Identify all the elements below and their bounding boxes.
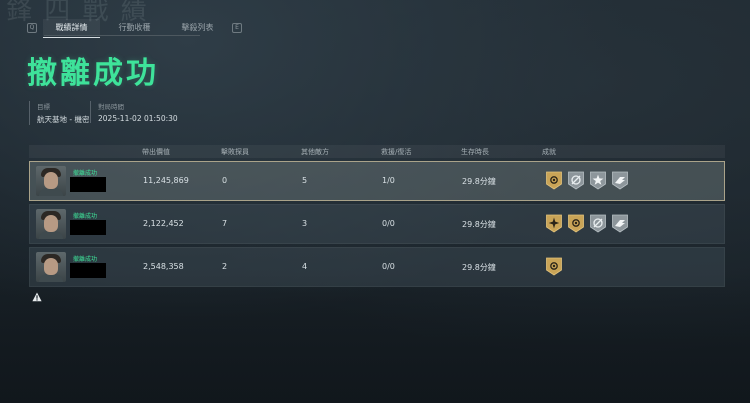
rescue-cell: 1/0 xyxy=(382,176,395,185)
redacted-name xyxy=(70,263,106,278)
col-achievements: 成就 xyxy=(542,148,556,156)
warning-icon[interactable] xyxy=(32,292,42,302)
avatar xyxy=(36,252,66,282)
silver-star-badge-icon[interactable] xyxy=(589,171,607,190)
status-label: 撤離成功 xyxy=(73,170,98,177)
kills-cell: 0 xyxy=(222,176,228,185)
meta-target-value: 航天基地 - 機密 xyxy=(37,115,90,124)
tab-kill-list[interactable]: 擊殺列表 xyxy=(169,19,226,36)
key-hint-right: E xyxy=(232,22,242,33)
key-hint-left: Q xyxy=(27,22,37,33)
meta-target-label: 目標 xyxy=(37,103,50,111)
silver-ring-badge-icon[interactable] xyxy=(589,214,607,233)
rescue-cell: 0/0 xyxy=(382,219,395,228)
meta-target: 目標 航天基地 - 機密 xyxy=(29,101,89,125)
kills-cell: 7 xyxy=(222,219,228,228)
value-cell: 11,245,869 xyxy=(143,176,189,185)
silver-wing-badge-icon[interactable] xyxy=(611,171,629,190)
survival-cell: 29.8分鐘 xyxy=(462,263,496,272)
badge-list xyxy=(545,257,563,276)
silver-wing-badge-icon[interactable] xyxy=(611,214,629,233)
badge-list xyxy=(545,171,629,190)
gold-sun-badge-icon[interactable] xyxy=(545,257,563,276)
survival-cell: 29.8分鐘 xyxy=(462,220,496,229)
value-cell: 2,122,452 xyxy=(143,219,184,228)
results-table: 帶出價值 擊敗探員 其他敵方 救援/復活 生存時長 成就 撤離成功 11,245… xyxy=(29,145,725,287)
others-cell: 3 xyxy=(302,219,308,228)
status-label: 撤離成功 xyxy=(73,213,98,220)
gold-sun-badge-icon[interactable] xyxy=(545,171,563,190)
silver-ring-badge-icon[interactable] xyxy=(567,171,585,190)
col-others: 其他敵方 xyxy=(301,148,329,156)
meta-time: 對局時間 2025-11-02 01:50:30 xyxy=(90,101,178,123)
meta-time-label: 對局時間 xyxy=(98,103,124,111)
table-row[interactable]: 撤離成功 2,122,452 7 3 0/0 29.8分鐘 xyxy=(29,204,725,244)
table-row[interactable]: 撤離成功 2,548,358 2 4 0/0 29.8分鐘 xyxy=(29,247,725,287)
tab-divider xyxy=(44,35,200,36)
others-cell: 5 xyxy=(302,176,308,185)
kills-cell: 2 xyxy=(222,262,228,271)
tab-battle-details[interactable]: 戰績詳情 xyxy=(43,19,100,38)
status-label: 撤離成功 xyxy=(73,256,98,263)
avatar xyxy=(36,166,66,196)
gold-sun-badge-icon[interactable] xyxy=(567,214,585,233)
redacted-name xyxy=(70,220,106,235)
avatar xyxy=(36,209,66,239)
page-title: 撤離成功 xyxy=(27,56,159,91)
tab-bar: Q 戰績詳情 行動收穫 擊殺列表 E xyxy=(27,19,242,38)
rescue-cell: 0/0 xyxy=(382,262,395,271)
meta-time-value: 2025-11-02 01:50:30 xyxy=(98,114,178,123)
redacted-name xyxy=(70,177,106,192)
col-rescue: 救援/復活 xyxy=(381,148,412,156)
table-header: 帶出價值 擊敗探員 其他敵方 救援/復活 生存時長 成就 xyxy=(29,145,725,158)
tab-loot[interactable]: 行動收穫 xyxy=(106,19,163,36)
survival-cell: 29.8分鐘 xyxy=(462,177,496,186)
background-haze xyxy=(0,273,750,403)
col-kills: 擊敗探員 xyxy=(221,148,249,156)
col-value: 帶出價值 xyxy=(142,148,170,156)
others-cell: 4 xyxy=(302,262,308,271)
badge-list xyxy=(545,214,629,233)
col-survival: 生存時長 xyxy=(461,148,489,156)
table-row[interactable]: 撤離成功 11,245,869 0 5 1/0 29.8分鐘 xyxy=(29,161,725,201)
gold-burst-badge-icon[interactable] xyxy=(545,214,563,233)
value-cell: 2,548,358 xyxy=(143,262,184,271)
